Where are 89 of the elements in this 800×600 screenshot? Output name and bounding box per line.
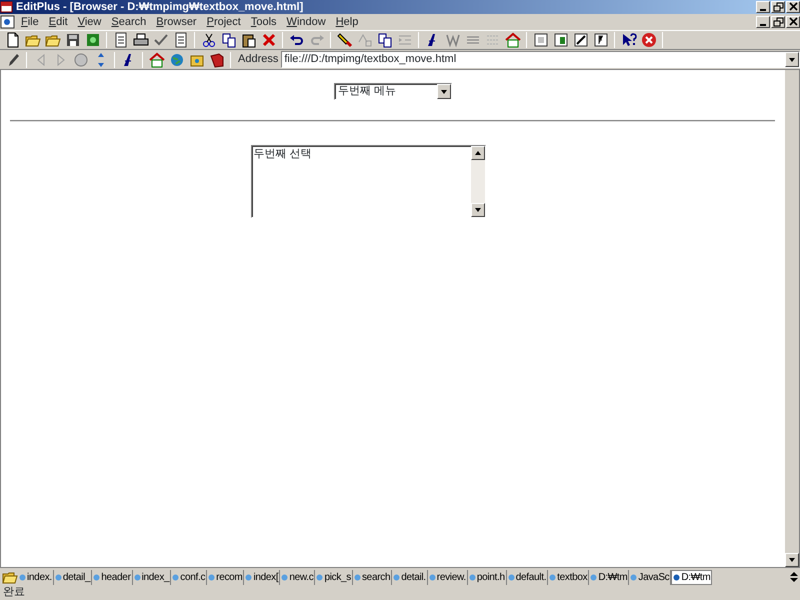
file-tab[interactable]: index_ <box>132 570 172 585</box>
file-tab[interactable]: recom <box>207 570 244 585</box>
document-icon[interactable] <box>172 32 188 48</box>
dropdown-button[interactable] <box>437 84 451 99</box>
file-tab[interactable]: D:₩tm <box>671 570 712 585</box>
check-icon[interactable] <box>152 32 168 48</box>
address-field[interactable]: file:///D:/tmpimg/textbox_move.html <box>281 51 800 68</box>
undo-icon[interactable] <box>288 32 304 48</box>
menu-item[interactable]: Browser <box>151 15 202 29</box>
menu-item[interactable]: Tools <box>246 15 282 29</box>
file-tab[interactable]: JavaSc <box>629 570 672 585</box>
status-text: 완료 <box>3 585 25 600</box>
menu-item[interactable]: View <box>72 15 106 29</box>
file-tab[interactable]: D:₩tm <box>589 570 630 585</box>
file-icon <box>508 574 515 581</box>
minimize-button[interactable] <box>756 1 770 13</box>
delete-icon[interactable] <box>260 32 276 48</box>
panel-icon[interactable] <box>572 32 588 48</box>
file-icon <box>208 574 216 581</box>
copy-icon[interactable] <box>376 32 392 48</box>
file-icon <box>468 574 476 581</box>
file-tab[interactable]: textbox <box>548 570 590 585</box>
window-title: EditPlus - [Browser - D:₩tmpimg₩textbox_move.html] <box>16 0 304 14</box>
scroll-down-button[interactable] <box>785 553 799 567</box>
file-icon <box>428 574 436 581</box>
menu-item[interactable]: Project <box>202 15 246 29</box>
file-icon <box>549 574 556 581</box>
file-tab[interactable]: pick_s <box>315 570 353 585</box>
help-icon[interactable] <box>620 32 636 48</box>
file-icon <box>134 574 141 581</box>
close-icon <box>788 2 798 12</box>
close-button[interactable] <box>786 16 800 28</box>
file-tab[interactable]: header <box>92 570 133 585</box>
minimize-icon <box>760 24 766 26</box>
app-icon <box>0 1 14 13</box>
file-icon <box>590 574 598 581</box>
scissors-icon[interactable] <box>200 32 216 48</box>
close-icon <box>788 17 798 27</box>
restore-button[interactable] <box>771 1 785 13</box>
file-icon <box>354 574 361 581</box>
house-icon[interactable] <box>504 32 520 48</box>
close-button[interactable] <box>786 1 800 13</box>
stop-icon[interactable] <box>640 32 656 48</box>
home-icon[interactable] <box>148 52 164 68</box>
file-tab[interactable]: new.c <box>280 570 316 585</box>
file-icon <box>393 574 400 581</box>
panel-icon[interactable] <box>532 32 548 48</box>
panel-icon[interactable] <box>592 32 608 48</box>
scroll-up-button[interactable] <box>470 146 484 160</box>
text-area[interactable]: 두번째 선택 <box>250 145 486 218</box>
file-icon <box>54 574 62 581</box>
menu-item[interactable]: Edit <box>44 15 73 29</box>
menu-item[interactable]: File <box>16 15 44 29</box>
file-icon <box>281 574 288 581</box>
file-tab[interactable]: conf.c <box>171 570 208 585</box>
printer-icon[interactable] <box>132 32 148 48</box>
menu-item[interactable]: Help <box>330 15 364 29</box>
scroll-down-button[interactable] <box>470 203 484 217</box>
minimize-icon <box>760 9 766 11</box>
new-file-icon[interactable] <box>4 32 20 48</box>
address-label: Address <box>238 52 278 68</box>
file-icon <box>93 574 100 581</box>
file-icon <box>630 574 638 581</box>
menu-item[interactable]: Search <box>106 15 152 29</box>
brush-icon[interactable] <box>336 32 352 48</box>
file-icon <box>673 574 680 581</box>
panel-icon[interactable] <box>552 32 568 48</box>
menu-item[interactable]: Window <box>282 15 331 29</box>
minimize-button[interactable] <box>756 16 770 28</box>
file-tab[interactable]: search <box>352 570 392 585</box>
select-field[interactable]: 두번째 메뉴 <box>334 83 452 100</box>
restore-icon <box>772 2 784 12</box>
clipboard-icon[interactable] <box>240 32 256 48</box>
file-tab[interactable]: review. <box>428 570 468 585</box>
file-icon <box>245 574 252 581</box>
document-icon[interactable] <box>112 32 128 48</box>
file-icon <box>172 574 180 581</box>
file-tab[interactable]: point.h <box>468 570 507 585</box>
file-tab[interactable]: index[ <box>244 570 280 585</box>
file-icon <box>316 574 324 581</box>
file-tab[interactable]: default. <box>506 570 548 585</box>
file-icon <box>19 574 26 581</box>
copy-icon[interactable] <box>220 32 236 48</box>
restore-icon <box>772 17 784 27</box>
file-tab[interactable]: detail_ <box>54 570 92 585</box>
file-tab[interactable]: detail. <box>392 570 428 585</box>
dropdown-button[interactable] <box>785 52 799 67</box>
restore-button[interactable] <box>771 16 785 28</box>
file-tab[interactable]: index. <box>18 570 54 585</box>
